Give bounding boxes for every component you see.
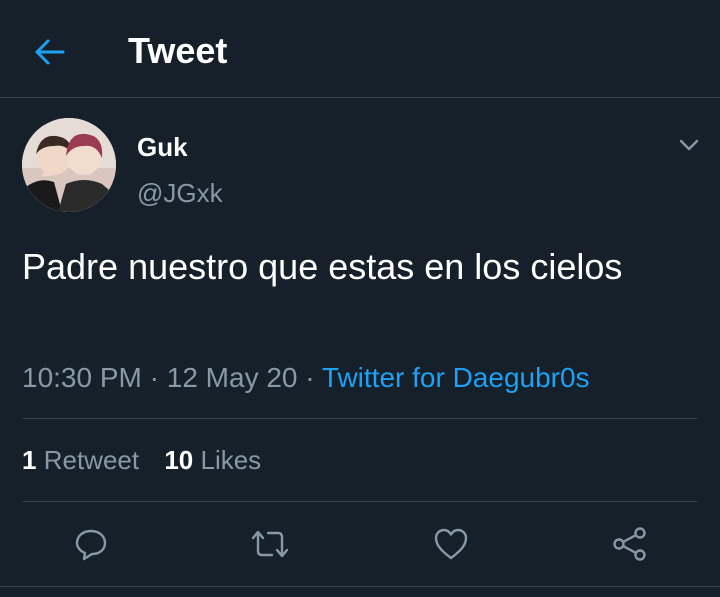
retweet-button[interactable] (250, 524, 290, 564)
reply-icon (75, 529, 107, 561)
tweet-source-link[interactable]: Twitter for Daegubr0s (322, 362, 590, 393)
like-label: Likes (200, 445, 262, 475)
retweets-stat[interactable]: 1 Retweet (22, 445, 139, 475)
more-options-button[interactable] (676, 132, 702, 158)
arrow-left-icon (35, 39, 65, 65)
avatar-photo (22, 118, 116, 212)
divider (22, 418, 698, 419)
chevron-down-icon (679, 139, 699, 151)
avatar[interactable] (22, 118, 116, 212)
action-bar (0, 518, 720, 570)
tweet-date: 12 May 20 (166, 362, 298, 393)
retweet-label: Retweet (43, 445, 140, 475)
tweet-meta: 10:30 PM · 12 May 20 · Twitter for Daegu… (22, 360, 590, 396)
reply-button[interactable] (71, 524, 111, 564)
retweet-count: 1 (22, 445, 37, 475)
display-name[interactable]: Guk (137, 131, 188, 163)
meta-separator: · (305, 362, 315, 393)
back-button[interactable] (30, 32, 70, 72)
retweet-icon (251, 530, 289, 558)
user-handle[interactable]: @JGxk (137, 177, 223, 209)
divider (22, 501, 698, 502)
likes-stat[interactable]: 10 Likes (164, 445, 261, 475)
share-button[interactable] (610, 524, 650, 564)
tweet-text: Padre nuestro que estas en los cielos (22, 246, 623, 287)
top-bar: Tweet (0, 0, 720, 98)
like-button[interactable] (431, 524, 471, 564)
tweet-stats: 1 Retweet 10 Likes (22, 443, 261, 477)
divider (0, 586, 720, 587)
meta-separator: · (149, 362, 159, 393)
like-count: 10 (164, 445, 194, 475)
like-icon (434, 528, 468, 560)
page-title: Tweet (128, 30, 228, 71)
tweet-time: 10:30 PM (22, 362, 142, 393)
share-icon (613, 527, 646, 561)
